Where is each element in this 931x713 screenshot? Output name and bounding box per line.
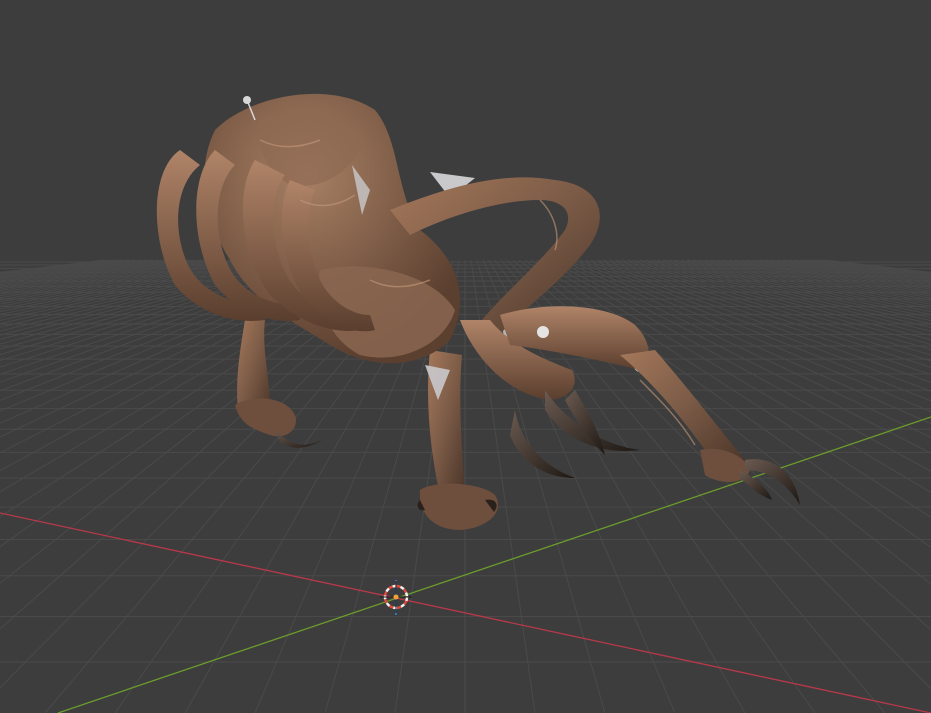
viewport-canvas[interactable] <box>0 0 931 713</box>
grid-line <box>0 259 220 299</box>
grid-line <box>818 259 931 274</box>
grid-line <box>692 259 931 305</box>
grid-line <box>0 259 232 303</box>
grid-line <box>800 259 931 277</box>
grid-line <box>0 259 166 284</box>
grid-line <box>0 259 112 274</box>
grid-line <box>710 259 931 299</box>
grid-line <box>662 259 931 318</box>
grid-line <box>0 259 208 295</box>
grid-line <box>680 259 931 310</box>
3d-cursor[interactable] <box>380 580 412 615</box>
grid-line <box>782 259 931 281</box>
rear-foot-left <box>235 398 296 437</box>
grid-line <box>668 259 931 316</box>
3d-viewport[interactable] <box>0 0 931 713</box>
grid-line <box>788 259 931 280</box>
grid-line <box>704 259 931 301</box>
grid-line <box>0 259 352 392</box>
grid-line <box>794 259 931 279</box>
grid-line <box>626 259 931 341</box>
grid-line <box>752 259 931 287</box>
grid-line <box>0 259 238 305</box>
front-right-claw-1 <box>545 390 640 451</box>
grid-line <box>0 259 136 278</box>
middle-foot <box>419 483 499 530</box>
grid-line <box>0 259 142 279</box>
grid-line <box>0 259 256 313</box>
grid-line <box>770 259 931 283</box>
bone-tip-leg <box>537 326 549 338</box>
grid-line <box>0 259 160 283</box>
origin-dot <box>393 594 399 600</box>
grid-line <box>596 259 931 368</box>
grid-line <box>0 259 226 301</box>
grid-line <box>0 259 262 315</box>
grid-line <box>0 259 268 318</box>
grid-line <box>0 259 130 277</box>
grid-line <box>0 259 250 310</box>
grid-line <box>698 259 931 303</box>
grid-line <box>0 259 334 368</box>
right-leg-lower <box>620 350 745 469</box>
